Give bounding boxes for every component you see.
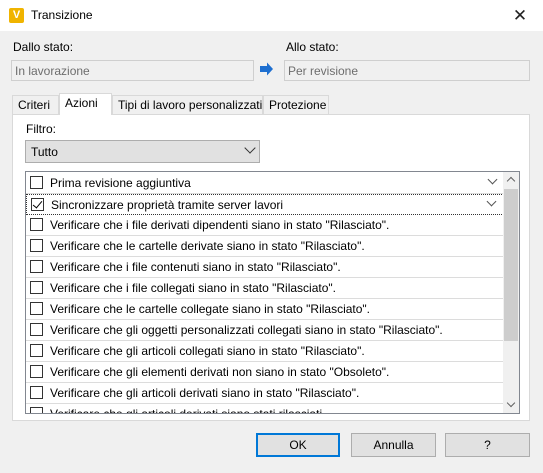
tab-tipi-di-lavoro[interactable]: Tipi di lavoro personalizzati bbox=[112, 95, 263, 114]
action-checkbox[interactable] bbox=[31, 198, 44, 211]
action-checkbox[interactable] bbox=[30, 407, 43, 413]
list-item[interactable]: Verificare che i file derivati dipendent… bbox=[26, 215, 504, 236]
action-checkbox[interactable] bbox=[30, 365, 43, 378]
scrollbar-thumb[interactable] bbox=[504, 189, 518, 341]
action-label: Verificare che i file derivati dipendent… bbox=[50, 218, 390, 232]
list-item[interactable]: Verificare che gli articoli derivati sia… bbox=[26, 383, 504, 404]
from-state-label: Dallo stato: bbox=[13, 40, 74, 54]
action-checkbox[interactable] bbox=[30, 239, 43, 252]
ok-button[interactable]: OK bbox=[256, 433, 340, 457]
action-checkbox[interactable] bbox=[30, 344, 43, 357]
tab-protezione[interactable]: Protezione bbox=[263, 95, 329, 114]
title-bar: V Transizione ✕ bbox=[0, 0, 543, 31]
list-item[interactable]: Verificare che i file collegati siano in… bbox=[26, 278, 504, 299]
tab-criteri[interactable]: Criteri bbox=[12, 95, 59, 114]
action-label: Verificare che gli oggetti personalizzat… bbox=[50, 323, 443, 337]
chevron-down-icon[interactable] bbox=[486, 196, 497, 207]
scroll-down-icon[interactable] bbox=[503, 397, 519, 413]
action-label: Verificare che le cartelle derivate sian… bbox=[50, 239, 365, 253]
vault-app-icon: V bbox=[9, 8, 24, 23]
list-item[interactable]: Verificare che le cartelle collegate sia… bbox=[26, 299, 504, 320]
from-state-field: In lavorazione bbox=[11, 60, 254, 81]
list-item[interactable]: Verificare che i file contenuti siano in… bbox=[26, 257, 504, 278]
close-button[interactable]: ✕ bbox=[497, 0, 543, 31]
vertical-scrollbar[interactable] bbox=[503, 172, 519, 413]
filter-dropdown[interactable]: Tutto bbox=[25, 140, 260, 163]
action-checkbox[interactable] bbox=[30, 323, 43, 336]
action-checkbox[interactable] bbox=[30, 281, 43, 294]
action-checkbox[interactable] bbox=[30, 386, 43, 399]
list-item[interactable]: Verificare che gli elementi derivati non… bbox=[26, 362, 504, 383]
filter-label: Filtro: bbox=[26, 122, 56, 136]
to-state-field: Per revisione bbox=[284, 60, 530, 81]
tab-azioni[interactable]: Azioni bbox=[59, 93, 112, 115]
arrow-right-icon bbox=[260, 62, 273, 76]
action-label: Verificare che gli articoli derivati sia… bbox=[50, 386, 360, 400]
scroll-up-icon[interactable] bbox=[503, 172, 519, 188]
chevron-down-icon[interactable] bbox=[487, 174, 498, 185]
action-label: Verificare che gli elementi derivati non… bbox=[50, 365, 390, 379]
action-label: Verificare che le cartelle collegate sia… bbox=[50, 302, 371, 316]
action-label: Verificare che i file collegati siano in… bbox=[50, 281, 336, 295]
chevron-down-icon bbox=[244, 142, 256, 154]
cancel-button[interactable]: Annulla bbox=[351, 433, 436, 457]
action-checkbox[interactable] bbox=[30, 176, 43, 189]
action-label: Prima revisione aggiuntiva bbox=[50, 176, 191, 190]
list-item[interactable]: Verificare che gli oggetti personalizzat… bbox=[26, 320, 504, 341]
action-label: Verificare che gli articoli derivati sia… bbox=[50, 407, 323, 414]
action-label: Verificare che gli articoli collegati si… bbox=[50, 344, 365, 358]
list-item[interactable]: Prima revisione aggiuntiva bbox=[26, 173, 504, 194]
actions-list[interactable]: Prima revisione aggiuntiva Sincronizzare … bbox=[25, 171, 520, 414]
window-title: Transizione bbox=[31, 8, 93, 22]
action-label: Verificare che i file contenuti siano in… bbox=[50, 260, 341, 274]
list-item[interactable]: Sincronizzare proprietà tramite server l… bbox=[26, 194, 504, 215]
list-item[interactable]: Verificare che gli articoli collegati si… bbox=[26, 341, 504, 362]
action-checkbox[interactable] bbox=[30, 260, 43, 273]
action-checkbox[interactable] bbox=[30, 218, 43, 231]
filter-value: Tutto bbox=[31, 145, 58, 159]
help-button[interactable]: ? bbox=[445, 433, 530, 457]
list-item[interactable]: Verificare che gli articoli derivati sia… bbox=[26, 404, 504, 414]
action-label: Sincronizzare proprietà tramite server l… bbox=[51, 198, 284, 212]
list-item[interactable]: Verificare che le cartelle derivate sian… bbox=[26, 236, 504, 257]
to-state-label: Allo stato: bbox=[286, 40, 339, 54]
action-checkbox[interactable] bbox=[30, 302, 43, 315]
